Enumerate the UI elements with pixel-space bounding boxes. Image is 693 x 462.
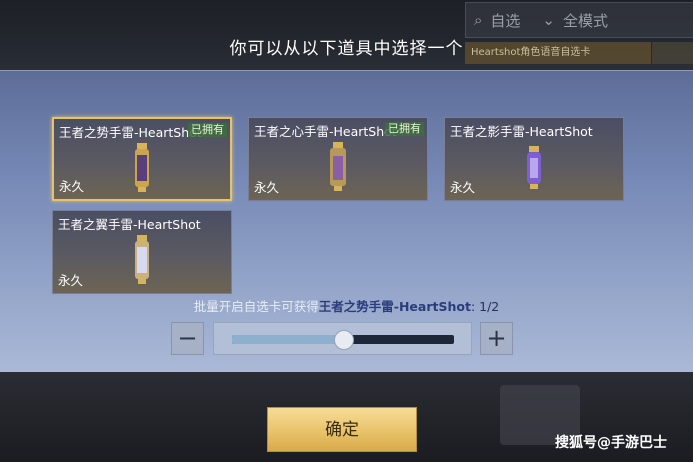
dialog-title: 你可以从以下道具中选择一个 (229, 39, 464, 59)
item-name: 王者之翼手雷-HeartShot (58, 217, 201, 232)
item-duration: 永久 (450, 180, 476, 195)
item-card[interactable]: 王者之影手雷-HeartShot 永久 (444, 117, 624, 201)
slider-thumb[interactable] (334, 330, 354, 350)
minus-button[interactable]: − (171, 322, 204, 355)
item-name: 王者之心手雷-HeartShot (254, 124, 397, 139)
slider-fill (232, 335, 343, 344)
grenade-icon (330, 142, 346, 191)
batch-info: 批量开启自选卡可获得王者之势手雷-HeartShot: 1/2 (0, 296, 693, 315)
grenade-icon (527, 146, 541, 189)
background-search-label: 自选 (490, 11, 521, 30)
item-name: 王者之势手雷-HeartShot (59, 125, 202, 140)
confirm-button[interactable]: 确定 (267, 407, 417, 452)
plus-button[interactable]: + (480, 322, 513, 355)
item-card[interactable]: 王者之翼手雷-HeartShot 永久 (52, 210, 232, 294)
owned-badge: 已拥有 (385, 122, 424, 136)
watermark: 搜狐号@手游巴士 (555, 435, 667, 451)
item-duration: 永久 (254, 180, 280, 195)
slider-bar (232, 330, 454, 350)
batch-info-label: 批量开启自选卡可获得 (193, 299, 319, 314)
batch-info-count: : 1/2 (470, 299, 500, 314)
item-card[interactable]: 王者之势手雷-HeartShot 已拥有 永久 (52, 117, 232, 201)
item-name: 王者之影手雷-HeartShot (450, 124, 593, 139)
batch-info-item: 王者之势手雷-HeartShot (318, 299, 471, 314)
grenade-icon (135, 235, 149, 284)
item-card[interactable]: 王者之心手雷-HeartShot 已拥有 永久 (248, 117, 428, 201)
chevron-down-icon: ⌄ (542, 11, 555, 29)
background-mode-label: 全模式 (563, 11, 609, 30)
item-duration: 永久 (59, 179, 85, 194)
background-search-bar: ⌕ 自选 ⌄ 全模式 (465, 2, 693, 38)
quantity-slider[interactable] (213, 322, 472, 355)
search-icon: ⌕ (474, 11, 483, 29)
item-duration: 永久 (58, 273, 84, 288)
grenade-icon (135, 143, 149, 192)
owned-badge: 已拥有 (188, 123, 227, 137)
